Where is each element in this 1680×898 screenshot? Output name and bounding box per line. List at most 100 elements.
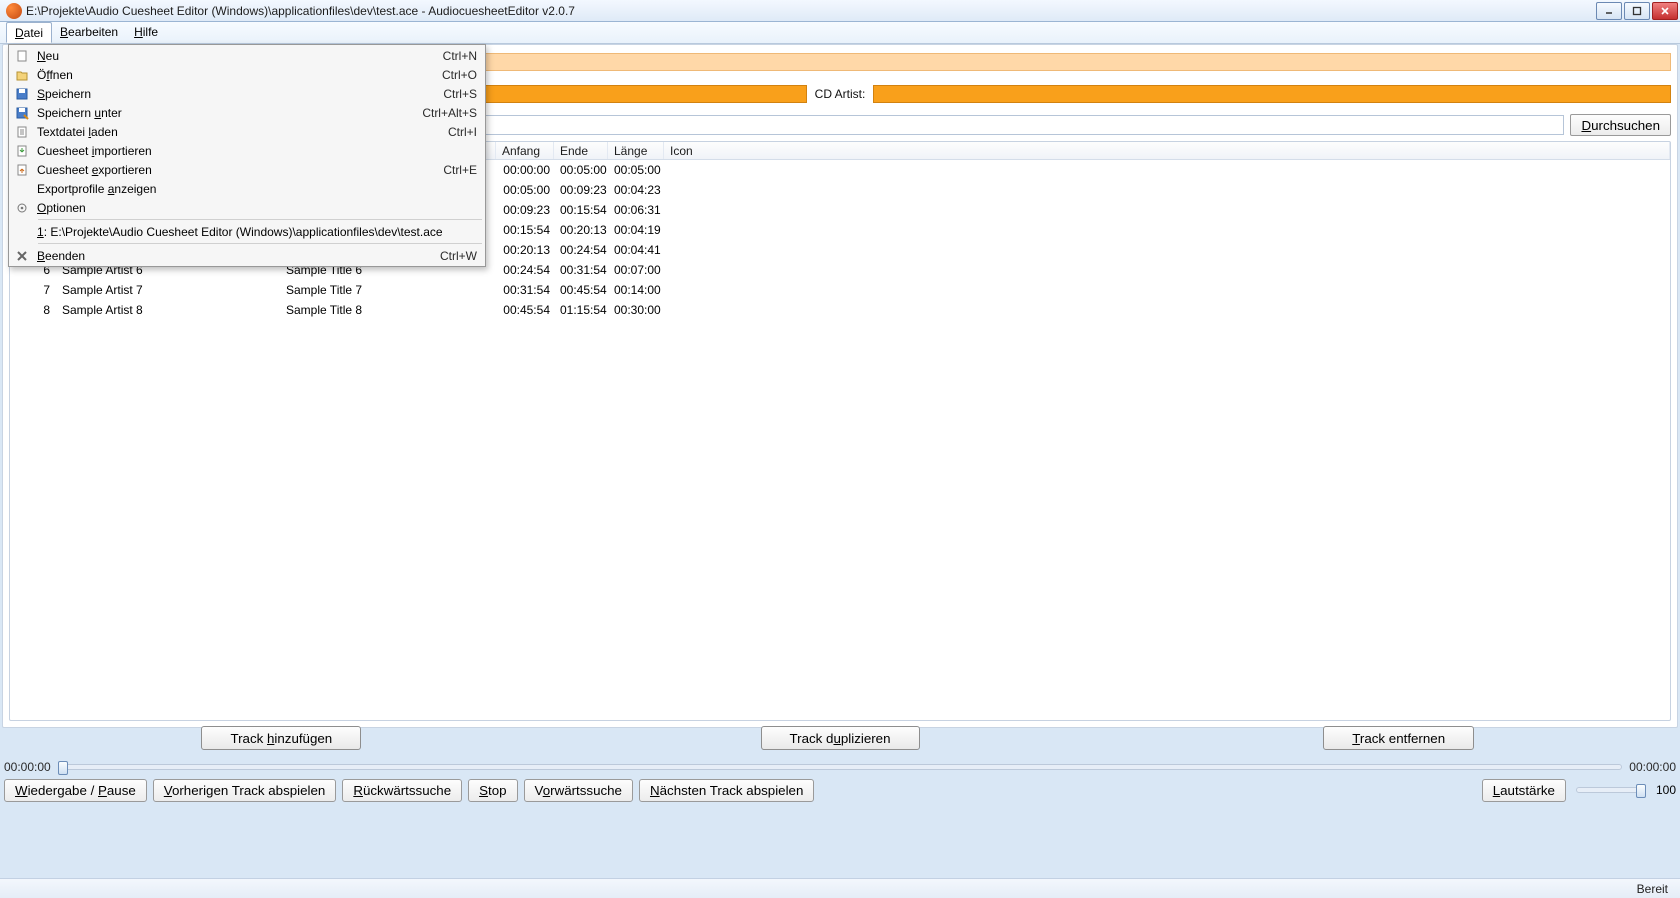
rewind-button[interactable]: Rückwärtssuche [342, 779, 462, 802]
volume-value: 100 [1656, 783, 1676, 797]
playback-row: Wiedergabe / Pause Vorherigen Track absp… [4, 778, 1676, 802]
cell-title: Sample Title 7 [280, 283, 496, 297]
blank-icon [13, 181, 31, 197]
new-file-icon [13, 48, 31, 64]
menu-item-accel: Ctrl+S [443, 87, 477, 101]
col-laenge[interactable]: Länge [608, 142, 664, 159]
menu-item-speichern-unter[interactable]: Speichern unter Ctrl+Alt+S [11, 103, 483, 122]
cell-title: Sample Title 8 [280, 303, 496, 317]
menubar: Datei Bearbeiten Hilfe [0, 22, 1680, 44]
duplicate-track-button[interactable]: Track duplizieren [761, 726, 920, 750]
titlebar: E:\Projekte\Audio Cuesheet Editor (Windo… [0, 0, 1680, 22]
browse-button[interactable]: Durchsuchen [1570, 114, 1671, 136]
cell-ende: 00:20:13 [554, 223, 608, 237]
cell-ende: 01:15:54 [554, 303, 608, 317]
cd-artist-field[interactable] [873, 85, 1671, 103]
menu-item-label: Exportprofile anzeigen [37, 182, 465, 196]
seek-time-right: 00:00:00 [1622, 760, 1676, 774]
next-track-button[interactable]: Nächsten Track abspielen [639, 779, 814, 802]
cell-anfang: 00:20:13 [496, 243, 554, 257]
col-ende[interactable]: Ende [554, 142, 608, 159]
add-track-button[interactable]: Track hinzufügen [201, 726, 361, 750]
maximize-button[interactable] [1624, 2, 1650, 20]
save-icon [13, 86, 31, 102]
menu-item-label: Öffnen [37, 68, 430, 82]
status-ready: Bereit [1637, 882, 1668, 896]
menu-item-speichern[interactable]: Speichern Ctrl+S [11, 84, 483, 103]
forward-button[interactable]: Vorwärtssuche [524, 779, 633, 802]
cell-artist: Sample Artist 8 [56, 303, 280, 317]
play-pause-button[interactable]: Wiedergabe / Pause [4, 779, 147, 802]
cell-anfang: 00:45:54 [496, 303, 554, 317]
menu-item-label: Neu [37, 49, 431, 63]
remove-track-button[interactable]: Track entfernen [1323, 726, 1474, 750]
menu-datei[interactable]: Datei [6, 22, 52, 43]
open-icon [13, 67, 31, 83]
cell-ende: 00:31:54 [554, 263, 608, 277]
menu-item-optionen[interactable]: Optionen [11, 198, 483, 217]
cell-laenge: 00:06:31 [608, 203, 664, 217]
menu-item-cuesheet-importieren[interactable]: Cuesheet importieren [11, 141, 483, 160]
minimize-button[interactable] [1596, 2, 1622, 20]
menu-item-label: Speichern [37, 87, 431, 101]
menu-item-neu[interactable]: Neu Ctrl+N [11, 46, 483, 65]
volume-slider[interactable] [1576, 787, 1646, 793]
window-controls [1596, 2, 1678, 20]
menu-item-beenden[interactable]: Beenden Ctrl+W [11, 246, 483, 265]
cell-anfang: 00:24:54 [496, 263, 554, 277]
menu-item-label: Textdatei laden [37, 125, 436, 139]
window-title: E:\Projekte\Audio Cuesheet Editor (Windo… [26, 4, 1596, 18]
text-file-icon [13, 124, 31, 140]
menu-item-accel: Ctrl+N [443, 49, 477, 63]
menu-item-accel: Ctrl+O [442, 68, 477, 82]
cell-anfang: 00:09:23 [496, 203, 554, 217]
menu-separator [38, 219, 482, 220]
import-icon [13, 143, 31, 159]
cell-laenge: 00:30:00 [608, 303, 664, 317]
cell-laenge: 00:04:41 [608, 243, 664, 257]
menu-separator [38, 243, 482, 244]
menu-item-textdatei-laden[interactable]: Textdatei laden Ctrl+I [11, 122, 483, 141]
cell-ende: 00:05:00 [554, 163, 608, 177]
cell-artist: Sample Artist 7 [56, 283, 280, 297]
menu-bearbeiten[interactable]: Bearbeiten [52, 22, 126, 43]
stop-button[interactable]: Stop [468, 779, 517, 802]
menu-item-accel: Ctrl+E [443, 163, 477, 177]
table-row[interactable]: 7Sample Artist 7Sample Title 700:31:5400… [10, 280, 1670, 300]
menu-hilfe[interactable]: Hilfe [126, 22, 166, 43]
menu-item-accel: Ctrl+Alt+S [422, 106, 477, 120]
cell-laenge: 00:04:23 [608, 183, 664, 197]
cell-laenge: 00:07:00 [608, 263, 664, 277]
track-actions: Track hinzufügen Track duplizieren Track… [2, 724, 1678, 752]
seek-time-left: 00:00:00 [4, 760, 58, 774]
menu-item-oeffnen[interactable]: Öffnen Ctrl+O [11, 65, 483, 84]
blank-icon [13, 224, 31, 240]
volume-thumb[interactable] [1636, 784, 1646, 798]
menu-item-cuesheet-exportieren[interactable]: Cuesheet exportierenCtrl+E [11, 160, 483, 179]
menu-item-exportprofile-anzeigen[interactable]: Exportprofile anzeigen [11, 179, 483, 198]
seek-thumb[interactable] [58, 761, 68, 775]
close-button[interactable] [1652, 2, 1678, 20]
seek-row: 00:00:00 00:00:00 [4, 758, 1676, 776]
app-icon [6, 3, 22, 19]
cell-anfang: 00:00:00 [496, 163, 554, 177]
prev-track-button[interactable]: Vorherigen Track abspielen [153, 779, 337, 802]
close-icon [13, 248, 31, 264]
cell-no: 8 [10, 303, 56, 317]
menu-item-label: Speichern unter [37, 106, 410, 120]
save-as-icon [13, 105, 31, 121]
col-anfang[interactable]: Anfang [496, 142, 554, 159]
seek-slider[interactable] [58, 764, 1622, 770]
menu-item-accel: Ctrl+I [448, 125, 477, 139]
cd-artist-label: CD Artist: [811, 87, 870, 101]
statusbar: Bereit [0, 878, 1680, 898]
cell-anfang: 00:05:00 [496, 183, 554, 197]
datei-dropdown: NeuCtrl+NÖffnenCtrl+OSpeichernCtrl+SSpei… [8, 44, 486, 267]
volume-button[interactable]: Lautstärke [1482, 779, 1566, 802]
menu-item-recent-1[interactable]: 1: E:\Projekte\Audio Cuesheet Editor (Wi… [11, 222, 483, 241]
cell-laenge: 00:04:19 [608, 223, 664, 237]
cell-no: 7 [10, 283, 56, 297]
col-icon[interactable]: Icon [664, 142, 1670, 159]
table-row[interactable]: 8Sample Artist 8Sample Title 800:45:5401… [10, 300, 1670, 320]
export-icon [13, 162, 31, 178]
